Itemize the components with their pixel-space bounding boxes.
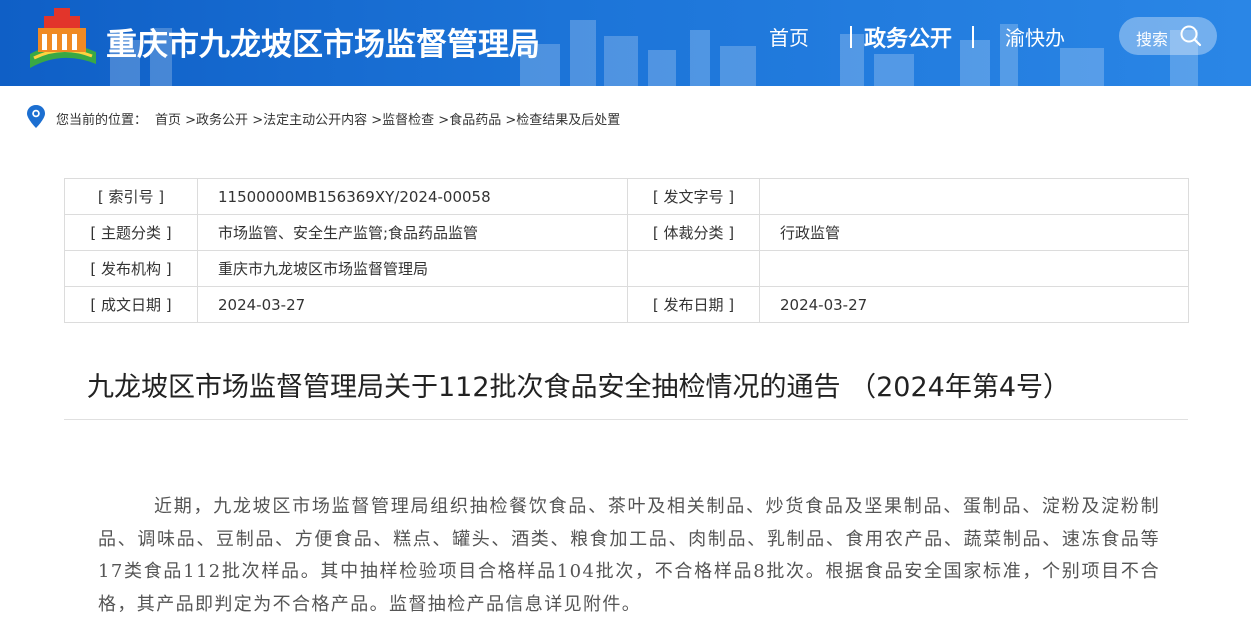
table-row: [ 发布机构 ] 重庆市九龙坡区市场监督管理局 — [64, 250, 1189, 287]
created-date-value: 2024-03-27 — [197, 286, 628, 323]
genre-value: 行政监管 — [759, 214, 1189, 251]
created-date-label: [ 成文日期 ] — [64, 286, 198, 323]
breadcrumb-food-drugs[interactable]: >食品药品 — [438, 113, 501, 128]
nav-home[interactable]: 首页 — [769, 22, 809, 54]
topic-value: 市场监管、安全生产监管;食品药品监管 — [197, 214, 628, 251]
search-label: 搜索 — [1136, 30, 1169, 49]
breadcrumb-home[interactable]: 首页 — [155, 113, 181, 128]
site-header: 重庆市九龙坡区市场监督管理局 首页 政务公开 渝快办 搜索 — [0, 0, 1251, 86]
doc-no-value — [759, 178, 1189, 215]
publisher-label: [ 发布机构 ] — [64, 250, 198, 287]
search-button[interactable]: 搜索 — [1119, 17, 1217, 55]
site-title[interactable]: 重庆市九龙坡区市场监督管理局 — [106, 19, 540, 64]
document-title: 九龙坡区市场监督管理局关于112批次食品安全抽检情况的通告 （2024年第4号） — [87, 372, 1071, 403]
breadcrumb-statutory-disclosure[interactable]: >法定主动公开内容 — [252, 113, 367, 128]
doc-no-label: [ 发文字号 ] — [627, 178, 760, 215]
index-no-value: 11500000MB156369XY/2024-00058 — [197, 178, 628, 215]
genre-label: [ 体裁分类 ] — [627, 214, 760, 251]
nav-yukuaiban[interactable]: 渝快办 — [1005, 22, 1067, 54]
document-body-paragraph: 近期，九龙坡区市场监督管理局组织抽检餐饮食品、茶叶及相关制品、炒货食品及坚果制品… — [98, 496, 1160, 615]
breadcrumb-gov-affairs[interactable]: >政务公开 — [185, 113, 248, 128]
empty-cell — [627, 250, 760, 287]
title-divider — [64, 419, 1188, 420]
nav-gov-affairs[interactable]: 政务公开 — [864, 21, 952, 53]
table-row: [ 主题分类 ] 市场监管、安全生产监管;食品药品监管 [ 体裁分类 ] 行政监… — [64, 214, 1189, 251]
nav-divider — [850, 26, 852, 48]
search-icon — [1180, 25, 1202, 47]
breadcrumb-supervision[interactable]: >监督检查 — [371, 113, 434, 128]
location-pin-icon — [27, 105, 45, 128]
table-row: [ 索引号 ] 11500000MB156369XY/2024-00058 [ … — [64, 178, 1189, 215]
published-date-value: 2024-03-27 — [759, 286, 1189, 323]
document-meta-table: [ 索引号 ] 11500000MB156369XY/2024-00058 [ … — [64, 178, 1189, 323]
breadcrumb-inspection-results[interactable]: >检查结果及后处置 — [505, 113, 620, 128]
empty-cell — [759, 250, 1189, 287]
publisher-value: 重庆市九龙坡区市场监督管理局 — [197, 250, 628, 287]
nav-divider — [972, 26, 974, 48]
index-no-label: [ 索引号 ] — [64, 178, 198, 215]
table-row: [ 成文日期 ] 2024-03-27 [ 发布日期 ] 2024-03-27 — [64, 286, 1189, 323]
published-date-label: [ 发布日期 ] — [627, 286, 760, 323]
city-emblem-logo-icon[interactable] — [24, 6, 100, 72]
topic-label: [ 主题分类 ] — [64, 214, 198, 251]
breadcrumb-prefix: 您当前的位置： — [56, 113, 148, 128]
